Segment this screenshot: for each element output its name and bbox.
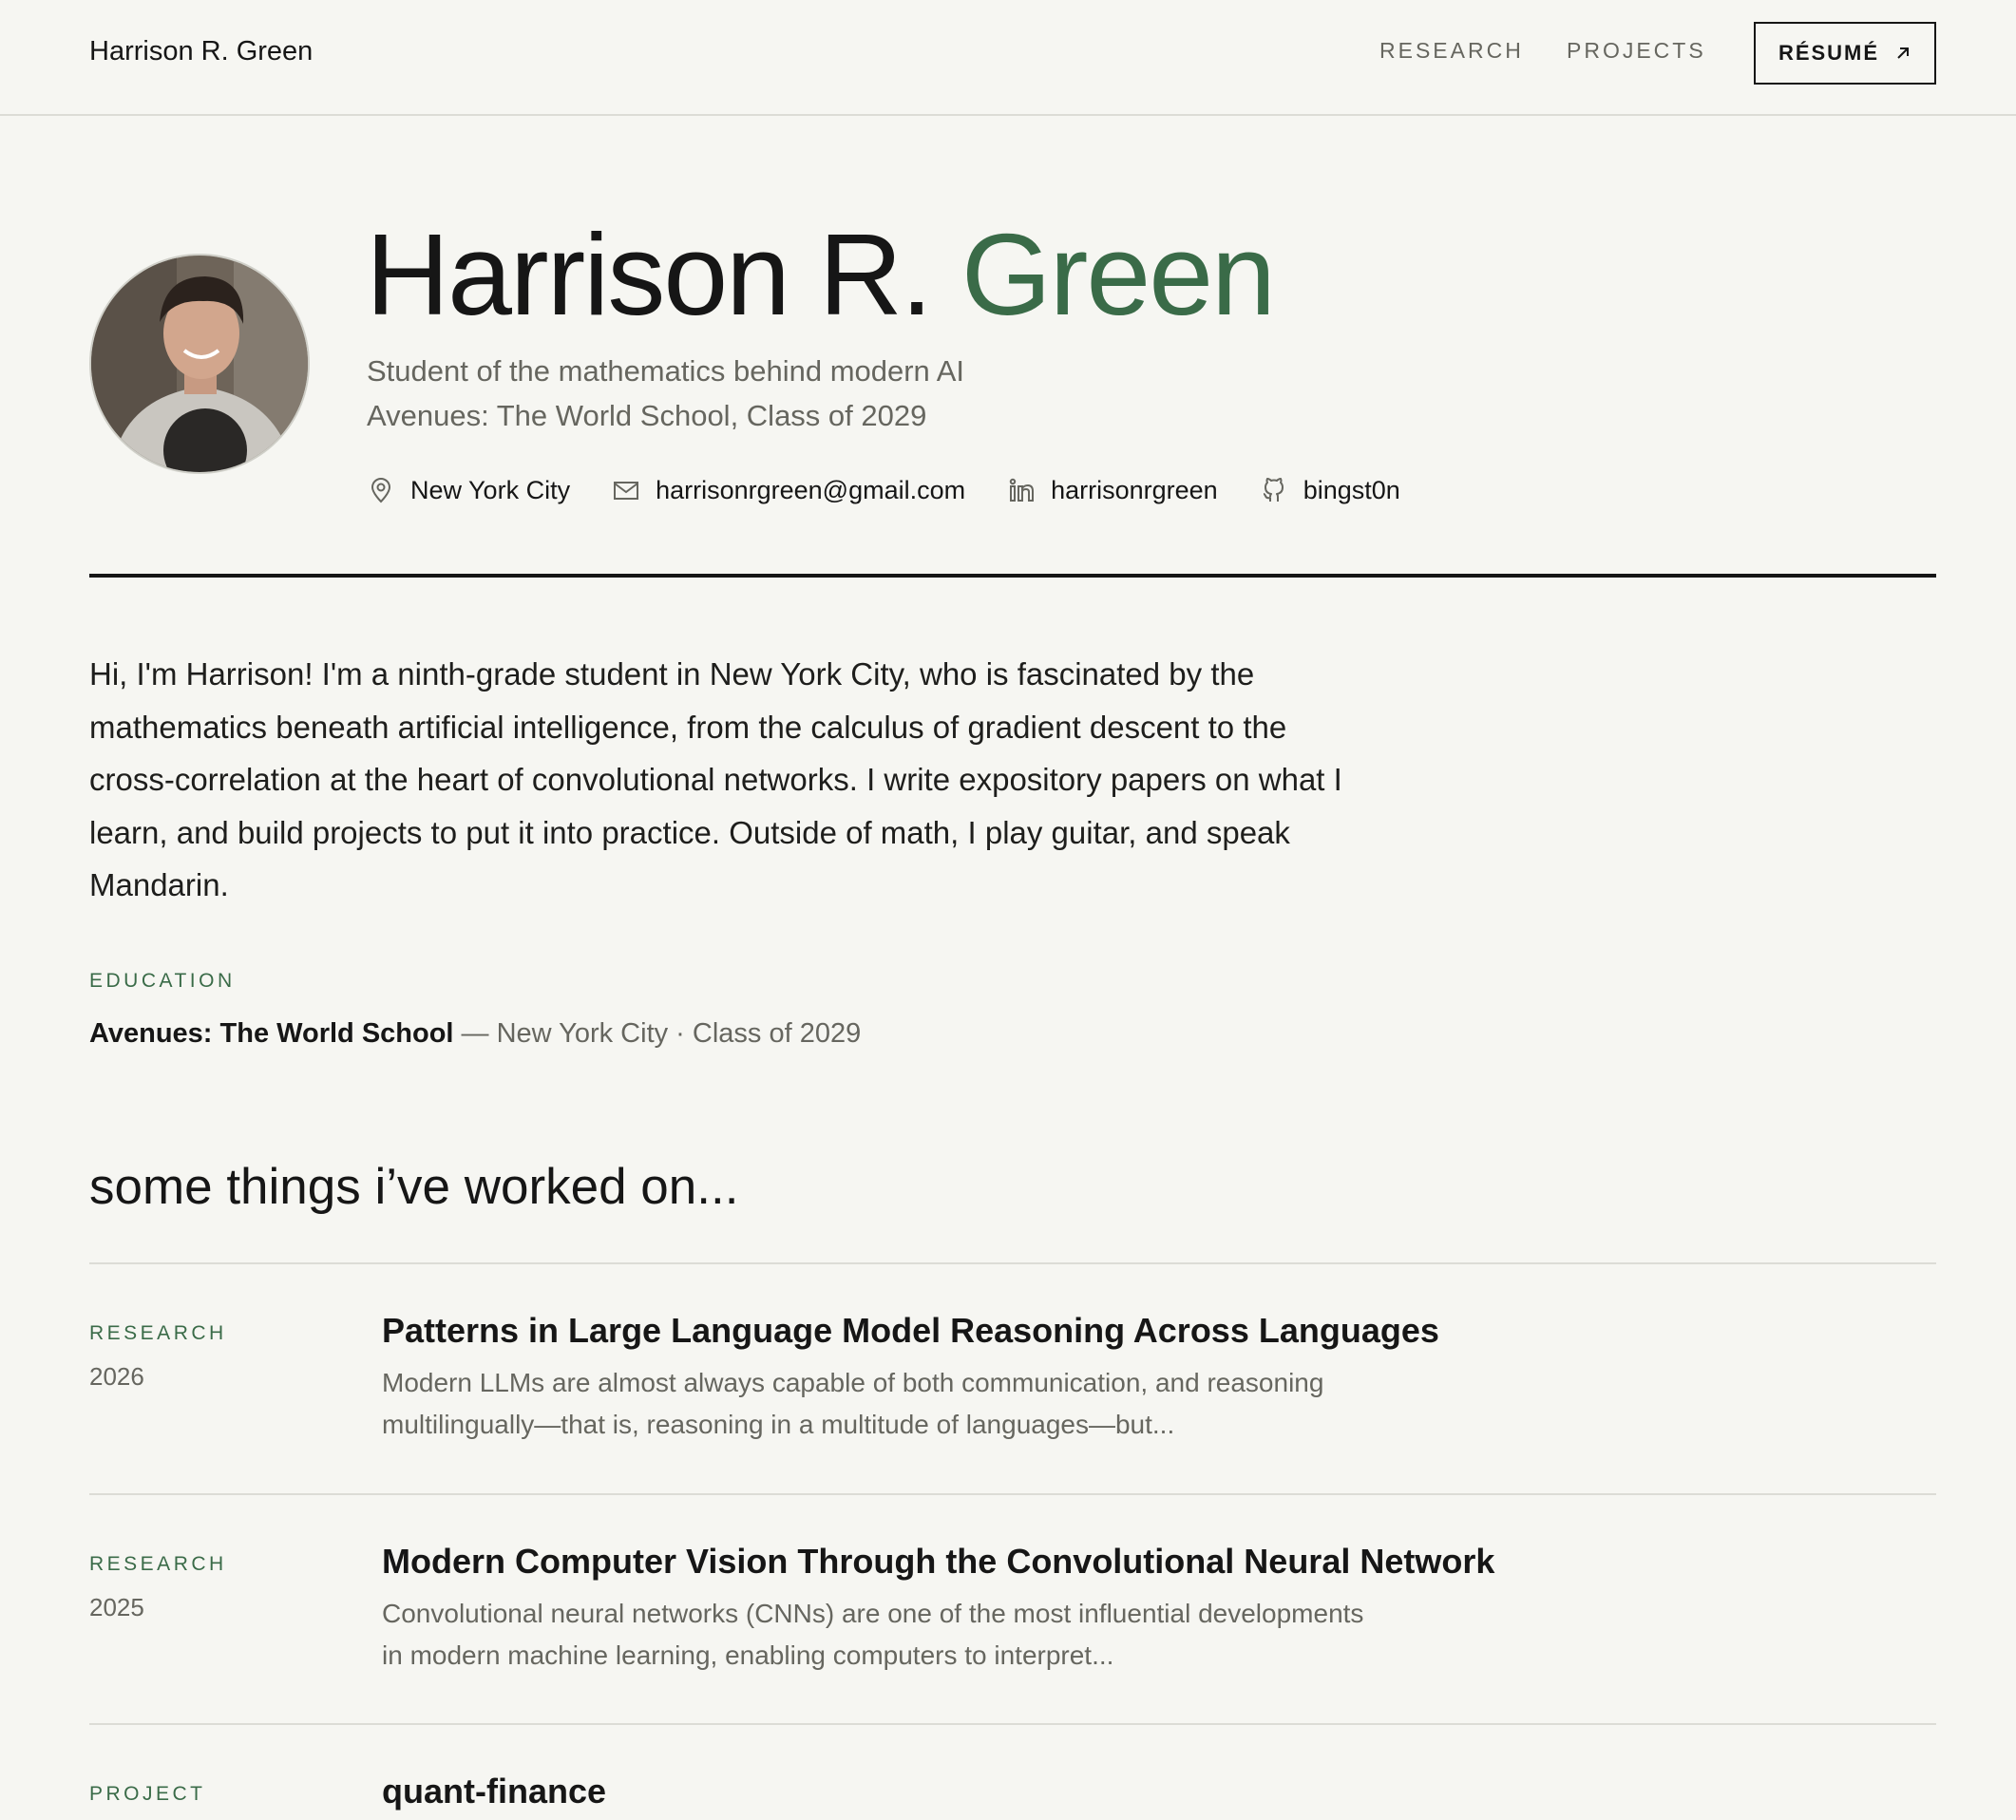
education-label: EDUCATION (89, 970, 236, 992)
work-item-title-link[interactable]: Patterns in Large Language Model Reasoni… (382, 1311, 1439, 1351)
contact-location-text: New York City (410, 475, 571, 504)
contact-github-link[interactable]: bingst0n (1260, 476, 1400, 505)
work-item-description: Modern LLMs are almost always capable of… (382, 1368, 1324, 1439)
contact-email-text: harrisonrgreen@gmail.com (656, 475, 966, 504)
work-divider (89, 1493, 1936, 1495)
work-item-title-link[interactable]: quant-finance (382, 1772, 606, 1811)
education-school: Avenues: The World School (89, 1018, 454, 1049)
arrow-up-right-icon (1897, 47, 1910, 59)
contact-email-link[interactable]: harrisonrgreen@gmail.com (612, 476, 965, 505)
contact-linkedin-link[interactable]: harrisonrgreen (1007, 476, 1218, 505)
top-nav: Harrison R. Green RESEARCH PROJECTS RÉSU… (0, 0, 2016, 116)
profile-photo-image (91, 256, 308, 472)
work-heading: some things i’ve worked on... (89, 1159, 739, 1215)
resume-button[interactable]: RÉSUMÉ (1754, 22, 1936, 85)
work-divider (89, 1723, 1936, 1725)
bio-paragraph: Hi, I'm Harrison! I'm a ninth-grade stud… (89, 656, 1342, 902)
nav-link-research[interactable]: RESEARCH (1379, 38, 1524, 64)
contact-github-text: bingst0n (1303, 475, 1400, 504)
work-item-kind: RESEARCH (89, 1553, 227, 1575)
hero-name: Harrison R. Green (366, 210, 1276, 339)
nav-link-projects[interactable]: PROJECTS (1567, 38, 1706, 64)
linkedin-icon (1009, 478, 1035, 502)
work-divider (89, 1262, 1936, 1264)
hero-tagline: Student of the mathematics behind modern… (367, 354, 964, 388)
education-entry: Avenues: The World School — New York Cit… (89, 1018, 861, 1050)
education-detail: — New York City · Class of 2029 (453, 1018, 862, 1049)
work-item-kind: PROJECT (89, 1783, 206, 1805)
mail-icon (614, 482, 639, 500)
work-item-year: 2025 (89, 1593, 144, 1621)
hero-school-line: Avenues: The World School, Class of 2029 (367, 399, 927, 432)
hero-divider (89, 574, 1936, 578)
contact-linkedin-text: harrisonrgreen (1051, 475, 1218, 504)
site-brand-link[interactable]: Harrison R. Green (89, 36, 313, 67)
hero-name-last: Green (960, 210, 1276, 339)
work-item-kind: RESEARCH (89, 1322, 227, 1344)
profile-photo (89, 254, 310, 474)
resume-label: RÉSUMÉ (1778, 41, 1880, 65)
contact-row: New York City harrisonrgreen@gmail.com h… (367, 471, 1400, 509)
work-item-title-link[interactable]: Modern Computer Vision Through the Convo… (382, 1542, 1494, 1582)
work-item-description: Convolutional neural networks (CNNs) are… (382, 1599, 1364, 1670)
hero-name-first: Harrison R. (366, 210, 933, 339)
github-icon (1263, 478, 1284, 502)
map-pin-icon (371, 478, 391, 503)
contact-location: New York City (367, 476, 570, 505)
work-item-year: 2026 (89, 1362, 144, 1391)
